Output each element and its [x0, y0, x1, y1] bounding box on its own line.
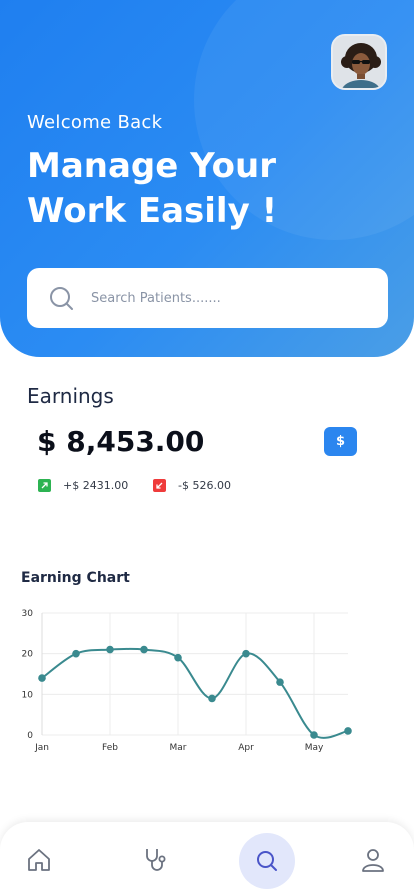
- x-tick-label: Mar: [170, 743, 187, 753]
- earnings-decrease-value: -$ 526.00: [178, 478, 231, 492]
- y-tick-label: 20: [22, 650, 34, 660]
- y-tick-label: 30: [22, 609, 34, 619]
- data-point: [344, 727, 352, 735]
- chart-title: Earning Chart: [21, 570, 130, 586]
- earnings-title: Earnings: [27, 384, 114, 408]
- home-icon: [28, 849, 50, 871]
- series-line: [41, 647, 349, 739]
- page-title-line-2: Work Easily !: [27, 191, 278, 231]
- data-point: [140, 645, 148, 654]
- avatar[interactable]: [331, 34, 387, 90]
- bottom-nav: [0, 822, 414, 896]
- x-tick-label: Jan: [34, 743, 49, 753]
- stethoscope-icon: [146, 849, 166, 871]
- welcome-text: Welcome Back: [27, 112, 163, 133]
- data-point: [38, 674, 46, 682]
- nav-search[interactable]: [239, 833, 295, 889]
- data-point: [276, 678, 284, 686]
- search-icon: [50, 287, 73, 310]
- x-tick-label: Feb: [102, 743, 118, 753]
- x-tick-label: Apr: [238, 743, 254, 753]
- data-point: [310, 731, 318, 739]
- earning-chart: 0 10 20 30 Jan Feb Mar Apr May: [22, 609, 352, 753]
- x-tick-label: May: [305, 743, 324, 753]
- data-point: [242, 649, 250, 658]
- page-title-line-1: Manage Your: [27, 146, 276, 186]
- arrow-down-left-icon: [153, 478, 166, 492]
- page-title: Manage Your Work Easily !: [27, 144, 347, 234]
- user-icon: [362, 849, 384, 872]
- arrow-up-right-icon: [38, 478, 51, 492]
- header-banner: Welcome Back Manage Your Work Easily !: [0, 0, 414, 357]
- search-bar[interactable]: [27, 268, 388, 328]
- data-point: [106, 645, 114, 654]
- search-input[interactable]: [91, 282, 371, 314]
- search-icon: [257, 851, 277, 871]
- currency-button[interactable]: $: [324, 427, 357, 456]
- earnings-increase: +$ 2431.00: [38, 478, 128, 492]
- avatar-photo: [333, 36, 385, 88]
- nav-home[interactable]: [13, 834, 65, 886]
- y-tick-label: 10: [22, 690, 34, 700]
- nav-profile[interactable]: [347, 834, 399, 886]
- earnings-decrease: -$ 526.00: [153, 478, 231, 492]
- data-point: [208, 694, 216, 703]
- earnings-increase-value: +$ 2431.00: [63, 478, 129, 492]
- nav-patients[interactable]: [130, 834, 182, 886]
- data-point: [72, 649, 80, 658]
- y-tick-label: 0: [27, 731, 33, 741]
- earnings-amount: $ 8,453.00: [37, 425, 205, 458]
- data-point: [174, 653, 182, 662]
